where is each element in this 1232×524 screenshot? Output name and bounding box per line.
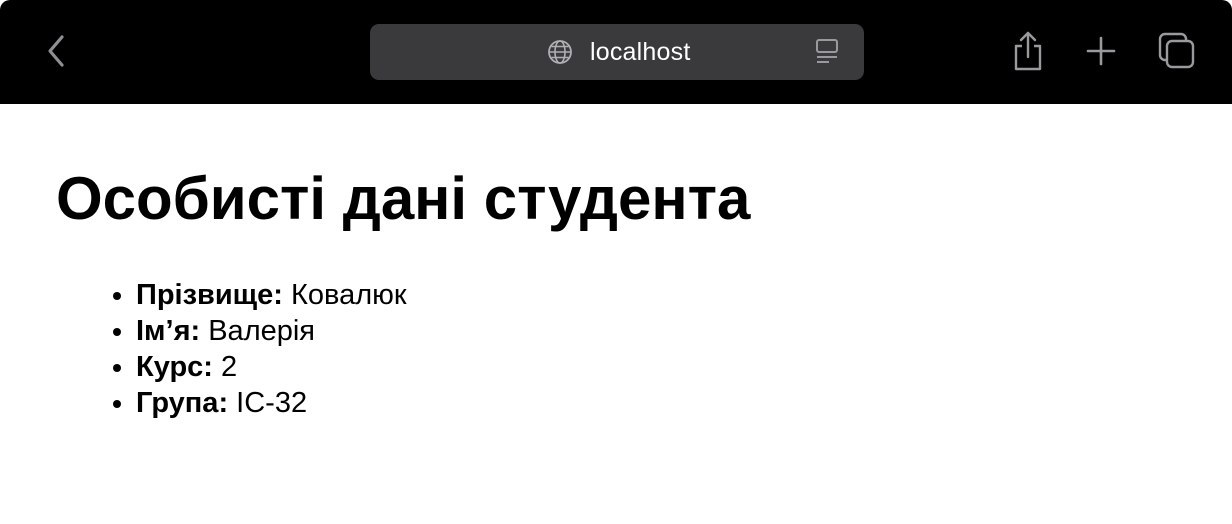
list-item-first-name: Ім’я: Валерія [136,313,407,349]
course-label: Курс: [136,351,213,383]
address-bar[interactable]: localhost [370,24,864,80]
globe-icon [546,38,574,66]
tabs-overview-button[interactable] [1155,28,1199,74]
browser-toolbar: localhost [0,0,1232,104]
back-button[interactable] [38,30,74,72]
page-content: Особисті дані студента Прізвище: Ковалюк… [0,104,1232,524]
group-label: Група: [136,387,229,419]
surname-label: Прізвище: [136,279,283,311]
page-title: Особисті дані студента [56,165,751,232]
group-value: ІС-32 [236,387,308,419]
plus-icon [1086,36,1116,66]
list-item-surname: Прізвище: Ковалюк [136,277,407,313]
tabs-overview-icon [1158,32,1195,69]
first-name-label: Ім’я: [136,315,201,347]
student-info-list: Прізвище: Ковалюк Ім’я: Валерія Курс: 2 … [56,277,407,421]
list-item-group: Група: ІС-32 [136,385,407,421]
first-name-value: Валерія [208,315,316,347]
address-text[interactable]: localhost [590,38,690,66]
surname-value: Ковалюк [291,279,407,311]
list-item-course: Курс: 2 [136,349,407,385]
new-tab-button[interactable] [1079,28,1123,74]
chevron-left-icon [48,35,64,67]
reader-mode-icon[interactable] [812,37,842,67]
share-icon [1014,31,1042,71]
course-value: 2 [221,351,238,383]
share-button[interactable] [1006,28,1050,74]
